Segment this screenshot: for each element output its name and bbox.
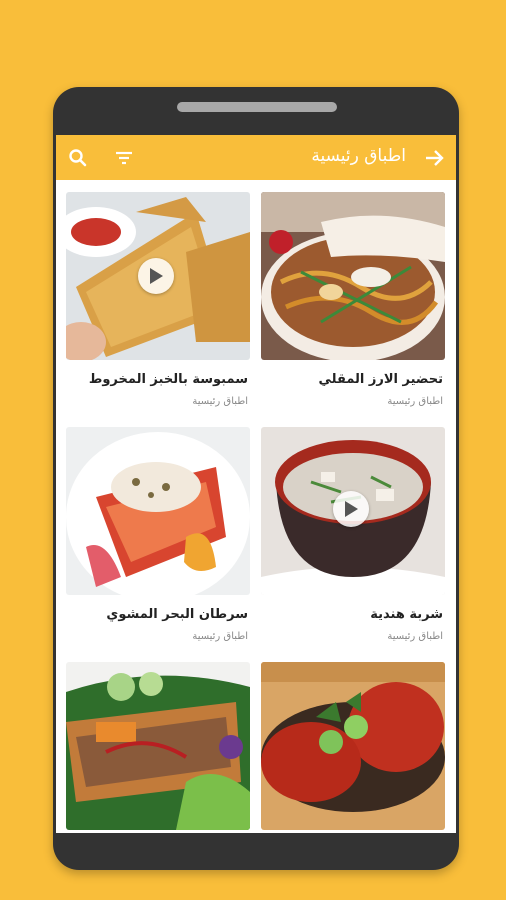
recipe-card[interactable]: سرطان البحر المشوي اطباق رئيسية [66,427,250,649]
phone-frame: اطباق رئيسية تحضير الارز المقلي اطباق رئ… [53,87,459,870]
search-icon[interactable] [66,146,90,170]
app-screen: اطباق رئيسية تحضير الارز المقلي اطباق رئ… [56,135,456,833]
recipe-category: اطباق رئيسية [192,631,248,642]
recipe-category: اطباق رئيسية [387,396,443,407]
recipe-category: اطباق رئيسية [192,396,248,407]
recipe-card[interactable]: سمبوسة بالخبز المخروط اطباق رئيسية [66,192,250,414]
recipe-card[interactable] [261,662,445,833]
filter-icon[interactable] [112,146,136,170]
recipe-image [66,662,250,830]
play-button[interactable] [333,491,369,527]
recipe-name: سمبوسة بالخبز المخروط [88,372,248,387]
recipe-category: اطباق رئيسية [387,631,443,642]
recipe-image [66,427,250,595]
recipe-image [261,662,445,830]
play-button[interactable] [138,258,174,294]
phone-speaker [177,102,337,112]
recipe-grid: تحضير الارز المقلي اطباق رئيسية سمبوسة ب… [56,180,456,833]
recipe-card[interactable] [66,662,250,833]
recipe-image [66,192,250,360]
recipe-image [261,192,445,360]
page-title: اطباق رئيسية [311,146,406,166]
recipe-name: شربة هندية [370,607,443,622]
recipe-card[interactable]: تحضير الارز المقلي اطباق رئيسية [261,192,445,414]
recipe-name: سرطان البحر المشوي [106,607,248,622]
back-arrow-icon[interactable] [422,146,446,170]
app-bar: اطباق رئيسية [56,135,456,180]
recipe-card[interactable]: شربة هندية اطباق رئيسية [261,427,445,649]
recipe-name: تحضير الارز المقلي [318,372,443,387]
recipe-image [261,427,445,595]
